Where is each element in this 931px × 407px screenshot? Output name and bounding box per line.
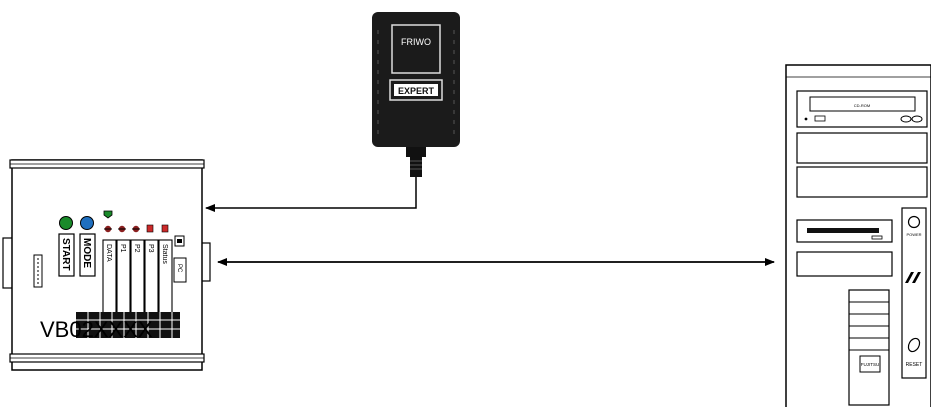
setup-diagram: FRIWO EXPERT START MODE DATA P1 P2 P3 St… (2, 12, 931, 407)
led-label-status: Status (161, 244, 168, 264)
device-side-label: PC (176, 264, 182, 273)
pc-tower: CD-ROM POWER RESET FUJITSU (785, 64, 931, 407)
mode-button-led (80, 216, 94, 230)
power-adapter: FRIWO EXPERT (372, 12, 460, 177)
reset-label: RESET (906, 362, 923, 368)
led-label-p1: P1 (119, 244, 126, 253)
cd-label: CD-ROM (854, 103, 870, 108)
adapter-brand: FRIWO (401, 37, 431, 47)
power-label: POWER (906, 232, 921, 237)
led-label-p2: P2 (133, 244, 140, 253)
device-model-label: VB02XXXX (40, 317, 153, 342)
power-button-icon[interactable] (907, 215, 921, 229)
programmer-device: START MODE DATA P1 P2 P3 Status PC VB02X… (2, 159, 211, 371)
pc-logo: FUJITSU (861, 362, 880, 367)
start-label: START (60, 238, 71, 271)
led-label-data: DATA (105, 244, 112, 262)
adapter-badge: EXPERT (398, 86, 435, 96)
mode-label: MODE (81, 238, 92, 268)
led-label-p3: P3 (147, 244, 154, 253)
start-button-led (59, 216, 73, 230)
power-cable-arrow (205, 177, 417, 212)
